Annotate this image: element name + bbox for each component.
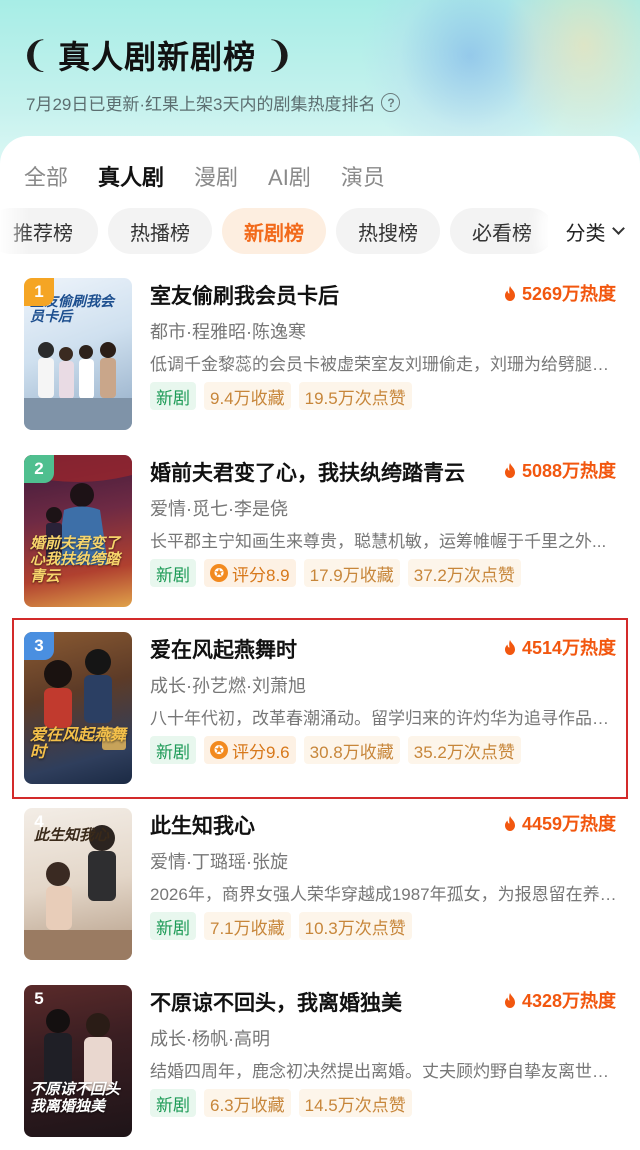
- category-label: 分类: [565, 222, 606, 245]
- tab-ai[interactable]: AI剧: [268, 160, 311, 192]
- new-tag: 新剧: [150, 736, 196, 764]
- poster-title: 婚前夫君变了心我扶纨绔踏青云: [30, 534, 121, 585]
- new-tag: 新剧: [150, 559, 196, 587]
- drama-title[interactable]: 爱在风起燕舞时: [150, 634, 297, 664]
- drama-description: 结婚四周年，鹿念初决然提出离婚。丈夫顾灼野自挚友离世后便冷落她...: [150, 1062, 618, 1081]
- drama-description: 2026年，商界女强人荣华穿越成1987年孤女，为报恩留在养父家中...: [150, 885, 618, 904]
- tab-comic[interactable]: 漫剧: [194, 160, 238, 192]
- list-item[interactable]: 爱在风起燕舞时 3 爱在风起燕舞时 4514万热度 成长·孙艺燃·刘萧旭 八十年…: [0, 618, 640, 794]
- heat-text: 4459万热度: [521, 814, 616, 834]
- banner-glow: [500, 0, 640, 150]
- laurel-right-icon: ❩: [264, 34, 295, 75]
- favorites-tag: 7.1万收藏: [204, 912, 291, 940]
- drama-meta: 爱情·丁璐瑶·张旋: [150, 852, 288, 872]
- category-dropdown[interactable]: 分类: [548, 208, 640, 254]
- drama-title[interactable]: 室友偷刷我会员卡后: [150, 280, 339, 310]
- chip-must-watch[interactable]: 必看榜: [450, 208, 554, 254]
- rank-badge: 4: [34, 812, 44, 831]
- rank-badge: 1: [24, 278, 54, 306]
- heat-value: 4459万热度: [504, 810, 616, 836]
- drama-meta: 爱情·觅七·李是侥: [150, 499, 288, 519]
- list-item[interactable]: 室友偷刷我会员卡后 1 室友偷刷我会员卡后 5269万热度 都市·程雅昭·陈逸寒…: [0, 264, 640, 440]
- list-item[interactable]: 不原谅不回头我离婚独美 5 不原谅不回头，我离婚独美 4328万热度 成长·杨帆…: [0, 971, 640, 1147]
- tab-actors[interactable]: 演员: [341, 160, 385, 192]
- chip-new-drama[interactable]: 新剧榜: [222, 208, 326, 254]
- drama-title[interactable]: 婚前夫君变了心，我扶纨绔踏青云: [150, 457, 465, 487]
- flame-icon: [504, 285, 516, 301]
- heat-text: 5088万热度: [521, 461, 616, 481]
- favorites-tag: 9.4万收藏: [204, 382, 291, 410]
- star-icon: ✪: [210, 564, 228, 582]
- drama-meta: 都市·程雅昭·陈逸寒: [150, 322, 306, 342]
- flame-icon: [504, 639, 516, 655]
- chip-fade: [0, 208, 30, 254]
- flame-icon: [504, 815, 516, 831]
- drama-description: 八十年代初，改革春潮涌动。留学归来的许灼华为追寻作品原作者...: [150, 709, 618, 728]
- likes-tag: 35.2万次点赞: [407, 736, 521, 764]
- new-tag: 新剧: [150, 1089, 196, 1117]
- heat-value: 5269万热度: [504, 280, 616, 306]
- poster-title: 不原谅不回头我离婚独美: [30, 1081, 121, 1115]
- likes-tag: 19.5万次点赞: [298, 382, 412, 410]
- drama-title[interactable]: 此生知我心: [150, 810, 255, 840]
- rank-badge: 5: [34, 989, 44, 1008]
- drama-meta: 成长·孙艺燃·刘萧旭: [150, 676, 306, 696]
- drama-description: 长平郡主宁知画生来尊贵，聪慧机敏，运筹帷幄于千里之外...: [150, 532, 607, 551]
- star-icon: ✪: [210, 741, 228, 759]
- rank-badge: 2: [24, 455, 54, 483]
- heat-value: 4514万热度: [504, 634, 616, 660]
- heat-text: 5269万热度: [521, 284, 616, 304]
- drama-tags: 新剧 ✪ 评分9.6 30.8万收藏 35.2万次点赞: [150, 736, 521, 764]
- likes-tag: 37.2万次点赞: [407, 559, 521, 587]
- page-title: 真人剧新剧榜: [58, 39, 257, 75]
- ranking-chips: 推荐榜 热播榜 新剧榜 热搜榜 必看榜 分类: [0, 208, 640, 256]
- likes-tag: 14.5万次点赞: [298, 1089, 412, 1117]
- new-tag: 新剧: [150, 382, 196, 410]
- heat-text: 4328万热度: [521, 991, 616, 1011]
- drama-meta: 成长·杨帆·高明: [150, 1029, 270, 1049]
- chip-hot-search[interactable]: 热搜榜: [336, 208, 440, 254]
- chip-hot-playing[interactable]: 热播榜: [108, 208, 212, 254]
- favorites-tag: 6.3万收藏: [204, 1089, 291, 1117]
- flame-icon: [504, 462, 516, 478]
- tab-all[interactable]: 全部: [24, 160, 68, 192]
- page-subtitle: 7月29日已更新·红果上架3天内的剧集热度排名: [26, 95, 376, 114]
- heat-text: 4514万热度: [521, 638, 616, 658]
- list-item[interactable]: 此生知我心 4 此生知我心 4459万热度 爱情·丁璐瑶·张旋 2026年，商界…: [0, 794, 640, 970]
- new-tag: 新剧: [150, 912, 196, 940]
- favorites-tag: 30.8万收藏: [303, 736, 400, 764]
- drama-tags: 新剧 ✪ 评分8.9 17.9万收藏 37.2万次点赞: [150, 559, 521, 587]
- drama-tags: 新剧 7.1万收藏 10.3万次点赞: [150, 912, 412, 940]
- likes-tag: 10.3万次点赞: [298, 912, 412, 940]
- drama-title[interactable]: 不原谅不回头，我离婚独美: [150, 987, 402, 1017]
- score-tag: ✪ 评分9.6: [204, 736, 296, 764]
- page-title-row: ❨ 真人剧新剧榜 ❩: [20, 32, 294, 78]
- drama-tags: 新剧 9.4万收藏 19.5万次点赞: [150, 382, 412, 410]
- help-icon[interactable]: ?: [381, 93, 401, 112]
- favorites-tag: 17.9万收藏: [303, 559, 400, 587]
- flame-icon: [504, 992, 516, 1008]
- chevron-down-icon: [611, 222, 625, 235]
- type-tabs: 全部 真人剧 漫剧 AI剧 演员: [24, 160, 385, 192]
- heat-value: 5088万热度: [504, 457, 616, 483]
- laurel-left-icon: ❨: [20, 34, 51, 75]
- drama-tags: 新剧 6.3万收藏 14.5万次点赞: [150, 1089, 412, 1117]
- heat-value: 4328万热度: [504, 987, 616, 1013]
- poster-title: 爱在风起燕舞时: [30, 726, 127, 762]
- page-subtitle-row: 7月29日已更新·红果上架3天内的剧集热度排名 ?: [26, 90, 401, 115]
- rank-badge: 3: [24, 632, 54, 660]
- score-text: 评分9.6: [232, 742, 290, 762]
- list-item[interactable]: 婚前夫君变了心我扶纨绔踏青云 2 婚前夫君变了心，我扶纨绔踏青云 5088万热度…: [0, 441, 640, 617]
- tab-live-action[interactable]: 真人剧: [98, 160, 164, 192]
- score-tag: ✪ 评分8.9: [204, 559, 296, 587]
- score-text: 评分8.9: [232, 565, 290, 585]
- drama-description: 低调千金黎蕊的会员卡被虚荣室友刘珊偷走，刘珊为给劈腿男友买豪车...: [150, 355, 618, 374]
